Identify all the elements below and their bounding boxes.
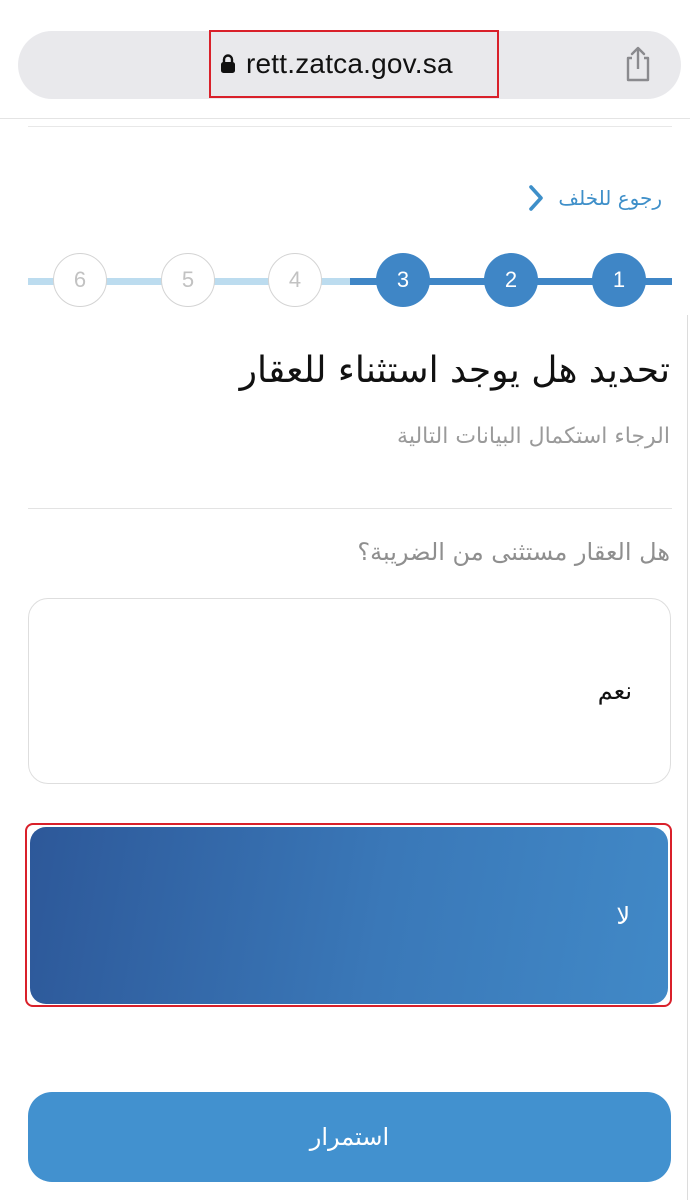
page-subtitle: الرجاء استكمال البيانات التالية	[397, 424, 670, 449]
page: rett.zatca.gov.sa رجوع للخلف 6 5 4 3 2 1…	[0, 0, 690, 1200]
back-link-label: رجوع للخلف	[558, 186, 662, 210]
content-edge-line	[687, 315, 688, 1200]
chevron-right-icon	[528, 184, 544, 212]
step-5: 5	[161, 253, 215, 307]
step-3: 3	[376, 253, 430, 307]
step-1: 1	[592, 253, 646, 307]
share-icon[interactable]	[622, 44, 654, 88]
option-no-highlight-box	[25, 823, 672, 1007]
section-divider	[28, 508, 672, 509]
step-6: 6	[53, 253, 107, 307]
content-top-divider	[28, 126, 672, 127]
back-link[interactable]: رجوع للخلف	[528, 184, 662, 212]
question-label: هل العقار مستثنى من الضريبة؟	[357, 538, 670, 566]
step-2: 2	[484, 253, 538, 307]
url-highlight-box	[209, 30, 499, 98]
option-yes[interactable]: نعم	[28, 598, 671, 784]
step-4: 4	[268, 253, 322, 307]
option-yes-label: نعم	[597, 677, 632, 705]
page-title: تحديد هل يوجد استثناء للعقار	[239, 350, 670, 391]
continue-button[interactable]: استمرار	[28, 1092, 671, 1182]
progress-stepper: 6 5 4 3 2 1	[0, 245, 690, 315]
header-divider	[0, 118, 690, 119]
